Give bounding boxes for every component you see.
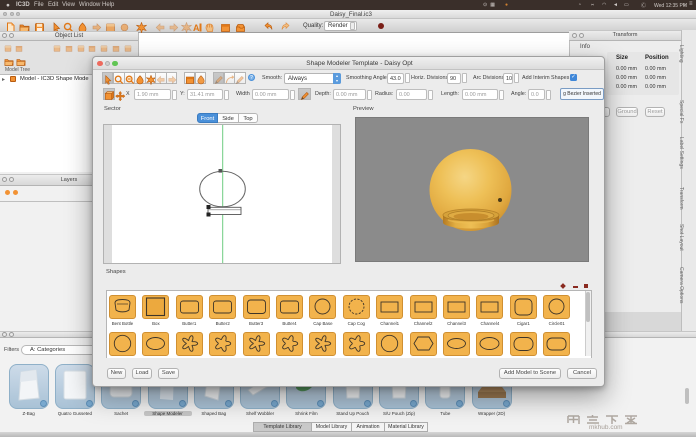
svg-text:A: A [193,23,200,33]
svg-text:mkhub.com: mkhub.com [589,424,623,430]
